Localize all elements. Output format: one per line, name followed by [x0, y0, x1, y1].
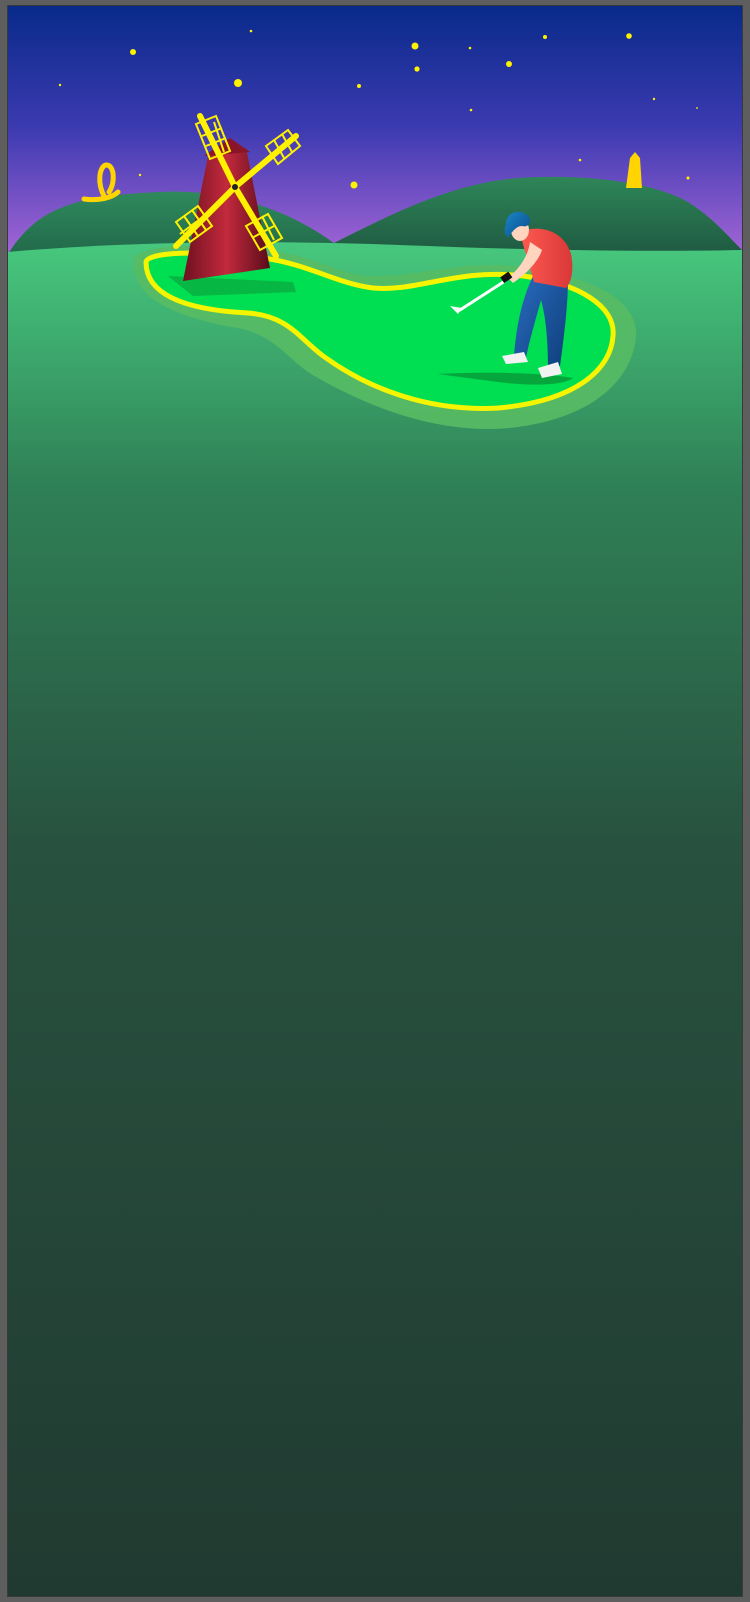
grass-field — [8, 242, 742, 1596]
minigolf-night-illustration — [8, 6, 742, 1596]
illustration-frame — [7, 5, 743, 1597]
windmill-hub — [232, 184, 238, 190]
